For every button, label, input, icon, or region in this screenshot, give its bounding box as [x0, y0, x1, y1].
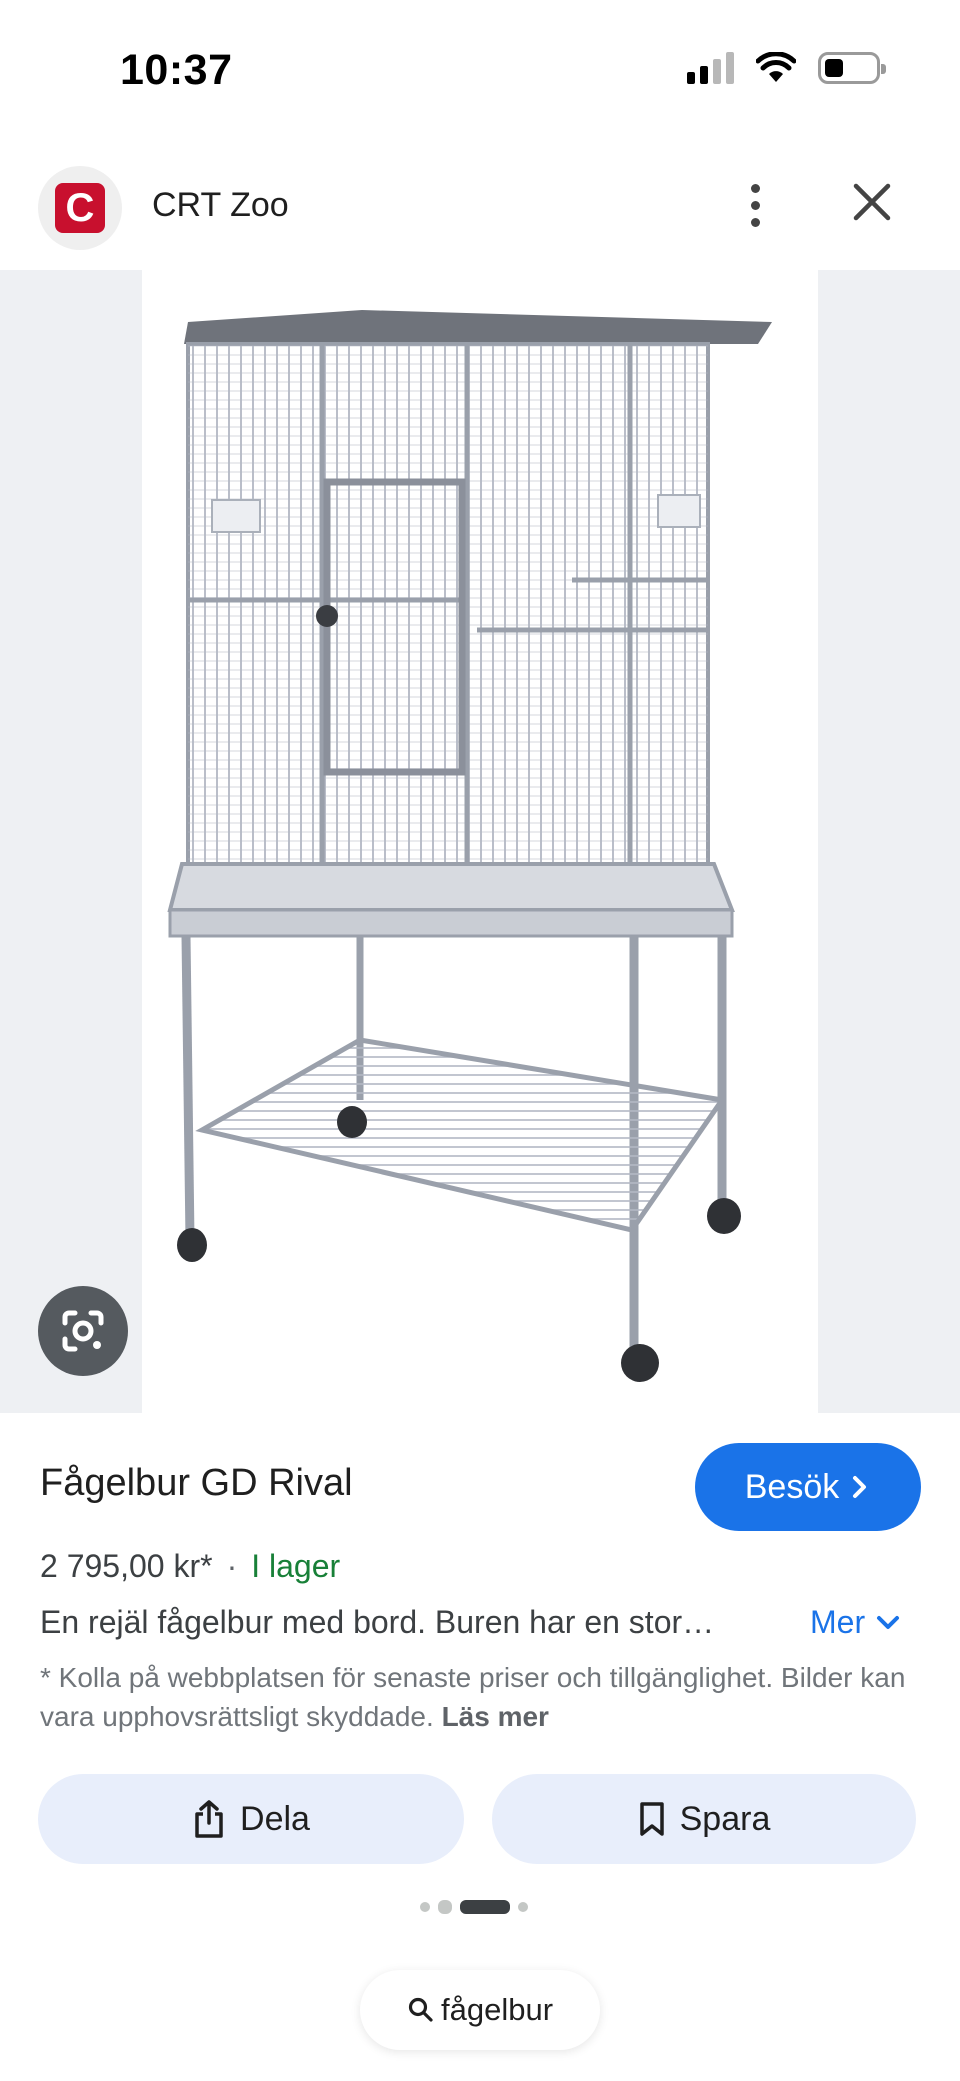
search-query-chip[interactable]: fågelbur — [360, 1970, 600, 2050]
close-icon[interactable] — [846, 176, 898, 228]
status-icons — [687, 52, 886, 84]
price-line: 2 795,00 kr* · I lager — [40, 1548, 340, 1585]
site-logo[interactable]: C — [38, 166, 122, 250]
signal-icon — [687, 52, 734, 84]
chevron-right-icon — [853, 1476, 867, 1498]
pager-dots — [420, 1900, 528, 1914]
more-button-label: Mer — [810, 1604, 866, 1640]
status-bar: 10:37 — [0, 0, 960, 140]
image-viewer[interactable] — [0, 270, 960, 1413]
battery-icon — [818, 52, 886, 84]
visit-button[interactable]: Besök — [695, 1443, 921, 1531]
site-logo-letter: C — [55, 183, 105, 233]
pager-dot — [420, 1902, 430, 1912]
product-title[interactable]: Fågelbur GD Rival — [40, 1462, 353, 1505]
more-button[interactable]: Mer — [810, 1604, 901, 1641]
product-image[interactable] — [142, 270, 818, 1413]
save-button-label: Spara — [679, 1799, 771, 1838]
more-vert-icon[interactable] — [730, 170, 780, 240]
site-name[interactable]: CRT Zoo — [152, 186, 289, 225]
wifi-icon — [756, 52, 796, 82]
price: 2 795,00 kr* — [40, 1548, 213, 1584]
pager-dot — [438, 1900, 452, 1914]
chevron-down-icon — [877, 1615, 900, 1629]
share-icon — [195, 1800, 223, 1838]
pager-dot-active — [460, 1900, 510, 1914]
share-button[interactable]: Dela — [38, 1774, 464, 1864]
search-icon — [408, 1997, 433, 2022]
save-button[interactable]: Spara — [492, 1774, 916, 1864]
price-separator: · — [226, 1548, 238, 1584]
status-time: 10:37 — [120, 46, 233, 94]
bookmark-icon — [639, 1802, 664, 1836]
read-more-link[interactable]: Läs mer — [442, 1701, 549, 1732]
search-query: fågelbur — [440, 1992, 554, 2027]
pager-dot — [518, 1902, 528, 1912]
stock-status: I lager — [251, 1548, 341, 1584]
share-button-label: Dela — [240, 1799, 310, 1838]
google-lens-icon[interactable] — [38, 1286, 128, 1376]
bird-cage-illustration — [167, 310, 772, 1382]
visit-button-label: Besök — [744, 1467, 840, 1506]
product-description: En rejäl fågelbur med bord. Buren har en… — [40, 1604, 715, 1640]
disclaimer: * Kolla på webbplatsen för senaste prise… — [40, 1658, 920, 1736]
result-header: C CRT Zoo — [0, 160, 960, 270]
